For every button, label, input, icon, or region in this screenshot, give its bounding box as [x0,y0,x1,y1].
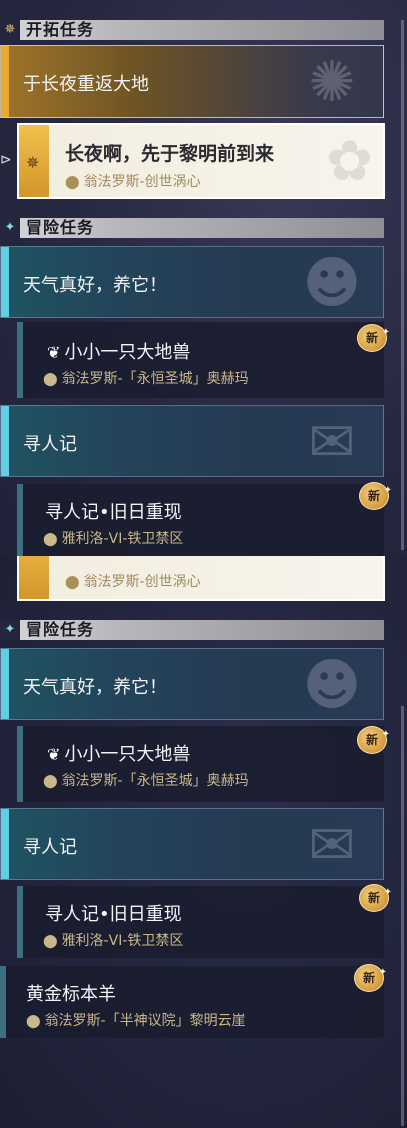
mission-location: ⬤ 雅利洛-VI-铁卫禁区 [43,528,183,548]
mission-group-trailblaze[interactable]: 于长夜重返大地 ✺ [0,45,384,118]
mission-location: ⬤ 翁法罗斯-「永恒圣城」奥赫玛 [43,368,249,388]
creature-watermark-icon: ☻ [302,251,362,316]
trailblaze-section-header: ✵ 开拓任务 [0,20,384,40]
mission-title: ❦ 小小一只大地兽 [47,338,190,364]
teal-stripe [1,247,9,317]
item-bar [17,484,23,556]
mission-title: 寻人记•旧日重现 [45,904,182,925]
location-pin-icon: ⬤ [65,575,80,590]
location-text: 翁法罗斯-「永恒圣城」奥赫玛 [61,371,249,387]
mission-location: ⬤ 雅利洛-VI-铁卫禁区 [43,930,183,950]
mission-title: 黄金标本羊 [26,984,116,1005]
badge-label: 新 [362,971,375,985]
selection-pointer-icon: ⊳ [0,152,12,168]
mission-group-title: 天气真好，养它！ [23,677,167,698]
mission-title-text: 小小一只大地兽 [64,342,191,363]
sparkle-icon: ✦ [381,729,390,740]
mission-item[interactable]: ❦ 小小一只大地兽 ⬤ 翁法罗斯-「永恒圣城」奥赫玛 [17,322,384,398]
mission-item-selected[interactable]: ⬤ 翁法罗斯-创世涡心 [17,556,385,601]
new-badge-icon: 新 ✦ [357,726,390,754]
adventure-mission-icon: ✦ [0,218,20,238]
trailblaze-emblem-icon [19,556,49,599]
mission-group-title: 于长夜重返大地 [23,74,149,95]
adventure-section-header: ✦ 冒险任务 [0,620,384,640]
document-watermark-icon: ✉ [308,813,356,878]
badge-label: 新 [365,331,378,345]
item-bar [0,966,6,1038]
badge-label: 新 [367,891,380,905]
sparkle-icon: ✦ [383,887,392,898]
mission-list-top: ✵ 开拓任务 于长夜重返大地 ✺ ⊳ ✵ 长夜啊，先于黎明前到来 ⬤ 翁法罗斯-创… [0,0,407,556]
mission-title: 长夜啊，先于黎明前到来 [65,143,275,165]
new-badge-icon: 新 ✦ [357,324,390,352]
mission-group-title: 寻人记 [23,434,77,455]
badge-label: 新 [367,489,380,503]
sparkle-icon: ✦ [381,327,390,338]
creature-icon: ❦ [47,343,61,362]
document-watermark-icon: ✉ [308,410,356,475]
adventure-section-header: ✦ 冒险任务 [0,218,384,238]
emblem-watermark-icon: ✿ [326,129,373,194]
section-title: 冒险任务 [26,218,95,237]
location-text: 翁法罗斯-创世涡心 [83,574,201,590]
mission-title: 寻人记•旧日重现 [45,502,182,523]
mission-item-selected[interactable]: ✵ 长夜啊，先于黎明前到来 ⬤ 翁法罗斯-创世涡心 ✿ [17,123,385,199]
trailblaze-mission-icon: ✵ [0,20,20,40]
mission-item[interactable]: 寻人记•旧日重现 ⬤ 雅利洛-VI-铁卫禁区 [17,886,384,958]
location-pin-icon: ⬤ [43,774,58,789]
creature-icon: ❦ [47,745,61,764]
badge-label: 新 [365,733,378,747]
mission-item[interactable]: ❦ 小小一只大地兽 ⬤ 翁法罗斯-「永恒圣城」奥赫玛 [17,726,384,802]
location-pin-icon: ⬤ [43,532,58,547]
item-bar [17,726,23,802]
location-text: 翁法罗斯-创世涡心 [83,174,201,190]
mission-group-search[interactable]: 寻人记 ✉ [0,405,384,477]
teal-stripe [1,406,9,476]
emblem-watermark-icon: ✺ [308,50,356,115]
location-pin-icon: ⬤ [65,175,80,190]
teal-stripe [1,649,9,719]
trailblaze-emblem-icon: ✵ [19,125,49,197]
location-text: 翁法罗斯-「半神议院」黎明云崖 [44,1013,246,1029]
sparkle-icon: ✦ [378,967,387,978]
mission-location: ⬤ 翁法罗斯-「半神议院」黎明云崖 [26,1010,246,1030]
adventure-mission-icon: ✦ [0,620,20,640]
mission-location: ⬤ 翁法罗斯-「永恒圣城」奥赫玛 [43,770,249,790]
mission-list-scrolled: ⬤ 翁法罗斯-创世涡心 ✦ 冒险任务 天气真好，养它！ ☻ ❦ 小小一只大地兽 ⬤ 翁… [0,556,407,1128]
mission-group-weather[interactable]: 天气真好，养它！ ☻ [0,246,384,318]
location-pin-icon: ⬤ [43,934,58,949]
mission-title: ❦ 小小一只大地兽 [47,740,190,766]
new-badge-icon: 新 ✦ [359,884,392,912]
section-title: 开拓任务 [26,20,95,39]
new-badge-icon: 新 ✦ [359,482,392,510]
mission-location: ⬤ 翁法罗斯-创世涡心 [65,171,201,191]
item-bar [17,886,23,958]
new-badge-icon: 新 ✦ [354,964,387,992]
mission-location: ⬤ 翁法罗斯-创世涡心 [65,571,201,591]
teal-stripe [1,809,9,879]
scrollbar[interactable] [401,706,404,1126]
mission-group-title: 寻人记 [23,837,77,858]
mission-title-text: 小小一只大地兽 [64,744,191,765]
mission-item[interactable]: 黄金标本羊 ⬤ 翁法罗斯-「半神议院」黎明云崖 [0,966,384,1038]
location-pin-icon: ⬤ [26,1014,41,1029]
mission-group-weather[interactable]: 天气真好，养它！ ☻ [0,648,384,720]
mission-item[interactable]: 寻人记•旧日重现 ⬤ 雅利洛-VI-铁卫禁区 [17,484,384,556]
location-pin-icon: ⬤ [43,372,58,387]
item-bar [17,322,23,398]
scrollbar[interactable] [401,20,404,550]
sparkle-icon: ✦ [383,485,392,496]
location-text: 雅利洛-VI-铁卫禁区 [61,531,184,547]
location-text: 雅利洛-VI-铁卫禁区 [61,933,184,949]
gold-stripe [1,46,9,117]
location-text: 翁法罗斯-「永恒圣城」奥赫玛 [61,773,249,789]
mission-group-search[interactable]: 寻人记 ✉ [0,808,384,880]
mission-group-title: 天气真好，养它！ [23,275,167,296]
section-title: 冒险任务 [26,620,95,639]
creature-watermark-icon: ☻ [302,653,362,718]
